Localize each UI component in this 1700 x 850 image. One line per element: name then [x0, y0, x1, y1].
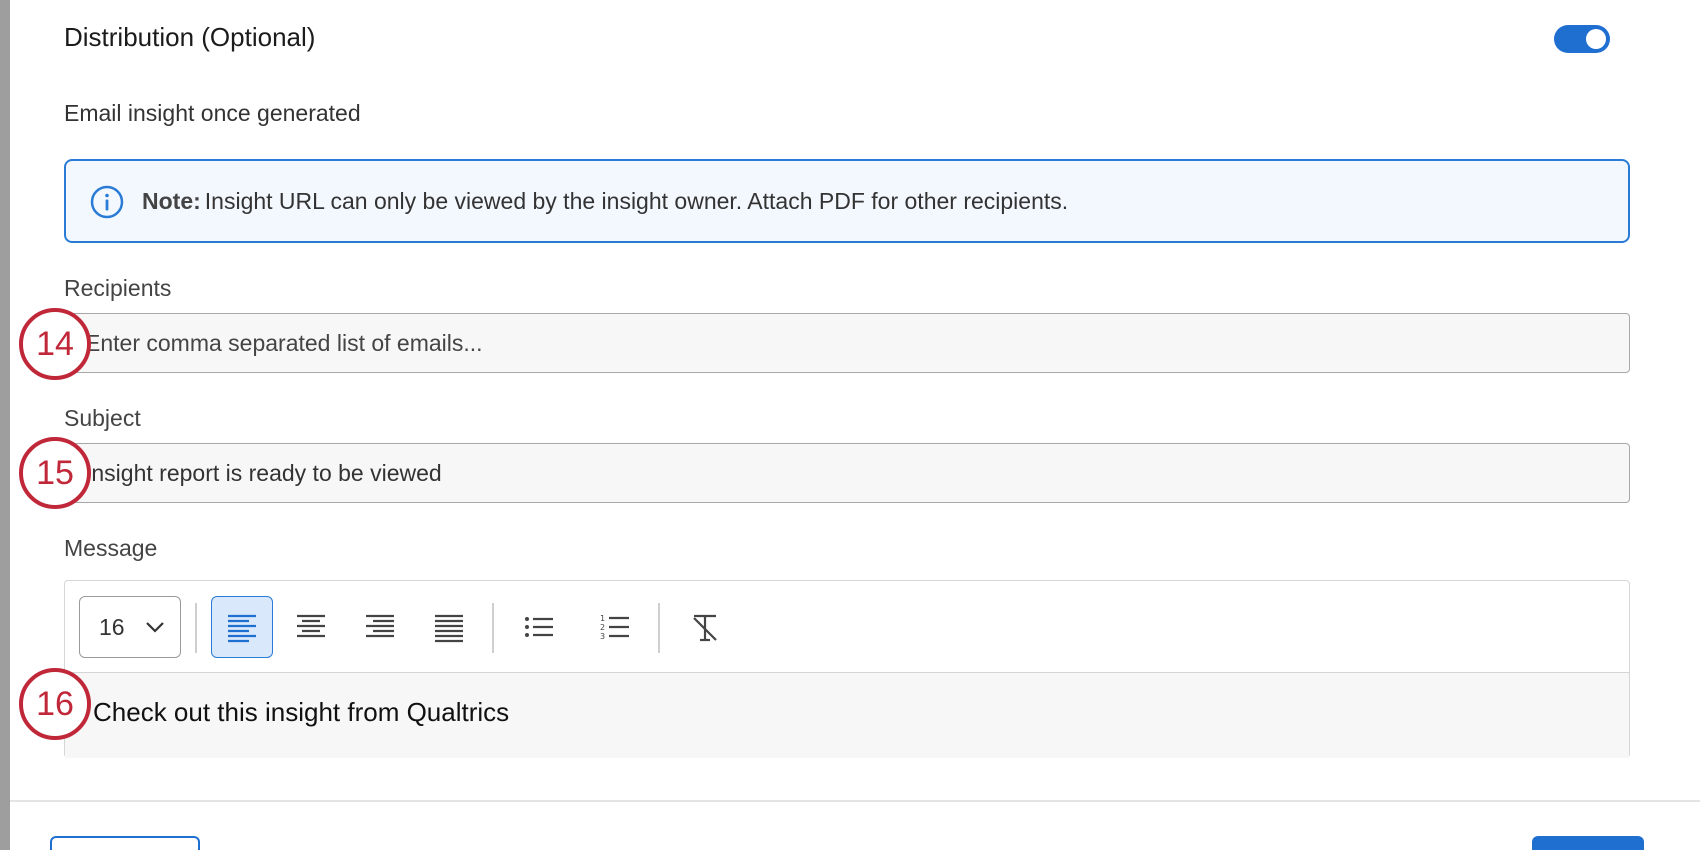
callout-marker: 16 [19, 668, 91, 740]
toolbar-divider [195, 603, 197, 653]
align-right-icon [366, 614, 394, 638]
message-body[interactable]: Check out this insight from Qualtrics [65, 672, 1629, 758]
align-right-button[interactable] [349, 596, 411, 658]
message-label: Message [64, 535, 158, 561]
clear-formatting-icon [693, 614, 717, 642]
distribution-toggle[interactable] [1554, 25, 1610, 53]
toolbar-divider [658, 603, 660, 653]
footer-divider [10, 800, 1700, 802]
message-editor: 16 1 2 3 Check out this insight from Qua… [64, 580, 1630, 758]
numbered-list-icon: 123 [600, 614, 629, 641]
info-icon [90, 185, 124, 219]
section-title: Distribution (Optional) [64, 22, 316, 52]
align-center-icon [297, 614, 325, 638]
secondary-button[interactable] [50, 836, 200, 850]
primary-button[interactable] [1532, 836, 1644, 850]
note-text: Note: Insight URL can only be viewed by t… [142, 188, 1068, 215]
editor-toolbar: 16 1 2 3 [65, 581, 1629, 673]
align-left-icon [228, 614, 256, 643]
font-size-select[interactable]: 16 [79, 596, 181, 658]
recipients-label: Recipients [64, 275, 172, 301]
svg-text:3: 3 [600, 632, 605, 641]
note-message: Insight URL can only be viewed by the in… [204, 188, 1069, 214]
email-insight-label: Email insight once generated [64, 100, 361, 126]
chevron-down-icon [146, 622, 164, 633]
align-justify-icon [435, 614, 463, 643]
toolbar-divider [492, 603, 494, 653]
clear-formatting-button[interactable] [674, 596, 736, 658]
note-banner: Note: Insight URL can only be viewed by t… [64, 159, 1630, 243]
note-strong: Note: [142, 188, 201, 214]
align-justify-button[interactable] [418, 596, 480, 658]
bullet-list-icon [525, 617, 553, 637]
numbered-list-button[interactable]: 123 [584, 596, 646, 658]
message-text: Check out this insight from Qualtrics [93, 697, 510, 727]
subject-input[interactable] [64, 443, 1630, 503]
bullet-list-button[interactable] [508, 596, 570, 658]
toggle-knob [1586, 29, 1606, 49]
align-left-button[interactable] [211, 596, 273, 658]
recipients-input[interactable] [64, 313, 1630, 373]
align-center-button[interactable] [280, 596, 342, 658]
callout-marker: 14 [19, 308, 91, 380]
callout-marker: 15 [19, 437, 91, 509]
distribution-panel: Distribution (Optional) Email insight on… [10, 0, 1700, 850]
svg-text:1: 1 [600, 614, 605, 623]
font-size-value: 16 [99, 614, 125, 640]
subject-label: Subject [64, 405, 141, 431]
svg-text:2: 2 [600, 623, 605, 632]
